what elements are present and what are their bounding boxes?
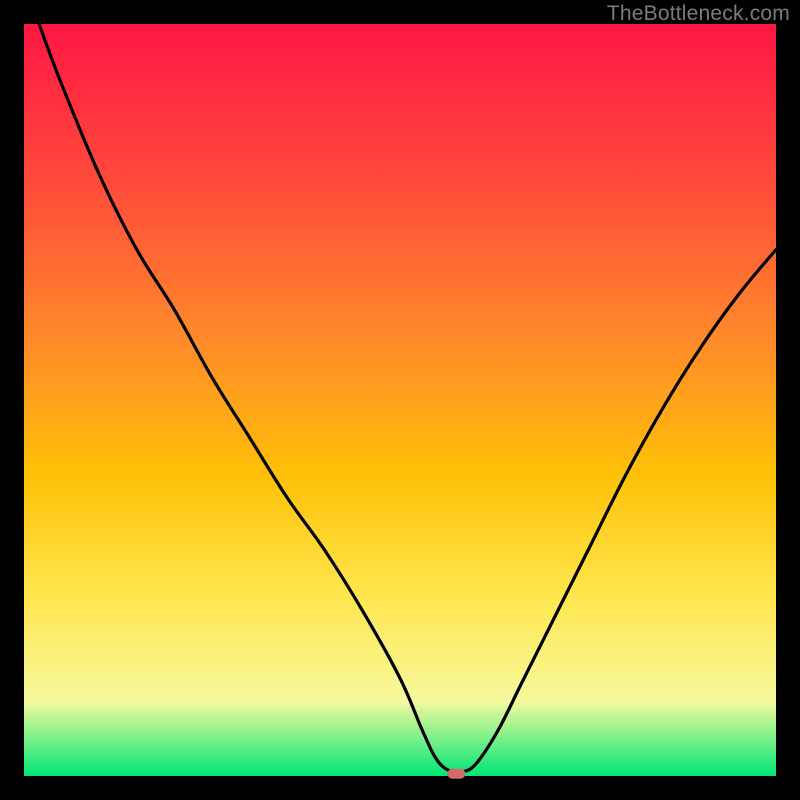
plot-area — [24, 24, 776, 776]
chart-stage: TheBottleneck.com — [0, 0, 800, 800]
watermark-text: TheBottleneck.com — [607, 2, 790, 26]
optimal-marker — [447, 769, 465, 779]
bottleneck-plot — [0, 0, 800, 800]
